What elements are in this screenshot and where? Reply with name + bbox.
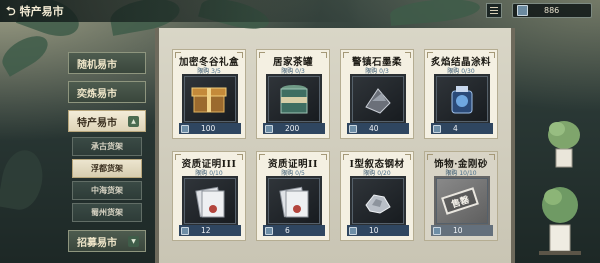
tea-jar-icon	[266, 74, 322, 124]
shop-item-card[interactable]: 资质证明III 限购 0/10 12	[172, 151, 246, 241]
menu-icon[interactable]	[486, 3, 502, 18]
collapse-icon: ▲	[128, 116, 139, 127]
shop-item-card[interactable]: 炙焰结晶涂料 限购 0/30 4	[424, 49, 498, 139]
item-price: 4	[431, 123, 493, 134]
shop-item-card-sold-out[interactable]: 饰物·金刚砂 限购 10/10 售罄 10	[424, 151, 498, 241]
page-title: 特产易市	[19, 5, 64, 18]
certificate-icon	[266, 176, 322, 226]
back-arrow-icon: ⮌	[6, 4, 16, 18]
item-price: 10	[431, 225, 493, 236]
tab-label: 随机易市	[77, 59, 117, 71]
subtab-label: 蜀州货架	[91, 207, 123, 217]
item-price: 12	[179, 225, 241, 236]
sidebar-tab-random[interactable]: 随机易市	[68, 52, 146, 74]
subtab-label: 中海货架	[91, 185, 123, 195]
currency-icon	[349, 124, 357, 133]
currency-icon	[517, 5, 528, 16]
tab-label: 特产易市	[77, 117, 117, 129]
tab-label: 招募易市	[77, 237, 117, 249]
shop-item-card[interactable]: 居家茶罐 限购 0/3 200	[256, 49, 330, 139]
graphite-icon	[350, 74, 406, 124]
item-price: 10	[347, 225, 409, 236]
potted-plant-icon	[539, 187, 581, 255]
shop-item-card[interactable]: I型叙态钢材 限购 0/20 10	[340, 151, 414, 241]
item-price: 40	[347, 123, 409, 134]
subtab-shuzhou[interactable]: 蜀州货架	[72, 203, 142, 222]
sidebar-tab-forge[interactable]: 奕炼易市	[68, 81, 146, 103]
currency-icon	[433, 226, 441, 235]
market-sidebar: 随机易市 奕炼易市 特产易市 ▲ 承古货架 浮都货架 中海货架 蜀州货架 招募易…	[60, 44, 150, 263]
item-price: 6	[263, 225, 325, 236]
subtab-zhonghai[interactable]: 中海货架	[72, 181, 142, 200]
certificate-icon	[182, 176, 238, 226]
subtab-chenggu[interactable]: 承古货架	[72, 137, 142, 156]
currency-icon	[265, 124, 273, 133]
back-button[interactable]: ⮌ 特产易市	[6, 3, 64, 19]
subtab-fudu[interactable]: 浮都货架	[72, 159, 142, 178]
sidebar-tab-specialty[interactable]: 特产易市 ▲	[68, 110, 146, 132]
gift-box-icon	[182, 74, 238, 124]
shop-item-card[interactable]: 加密冬谷礼盒 限购 3/5 100	[172, 49, 246, 139]
item-price: 100	[179, 123, 241, 134]
potted-plant-icon	[548, 121, 580, 168]
currency-icon	[265, 226, 273, 235]
currency-icon	[433, 124, 441, 133]
sidebar-tab-recruit[interactable]: 招募易市 ▼	[68, 230, 146, 252]
top-bar	[0, 0, 600, 22]
currency-display: 886	[512, 3, 592, 18]
currency-icon	[349, 226, 357, 235]
currency-icon	[181, 226, 189, 235]
steel-icon	[350, 176, 406, 226]
expand-icon: ▼	[128, 236, 139, 247]
crystal-paint-icon	[434, 74, 490, 124]
currency-icon	[181, 124, 189, 133]
item-price: 200	[263, 123, 325, 134]
shop-item-card[interactable]: 资质证明II 限购 0/5 6	[256, 151, 330, 241]
shop-item-card[interactable]: 警镇石墨柔 限购 0/3 40	[340, 49, 414, 139]
subtab-label: 承古货架	[91, 141, 123, 151]
currency-amount: 886	[544, 6, 560, 15]
subtab-label: 浮都货架	[91, 163, 123, 173]
tab-label: 奕炼易市	[77, 88, 117, 100]
